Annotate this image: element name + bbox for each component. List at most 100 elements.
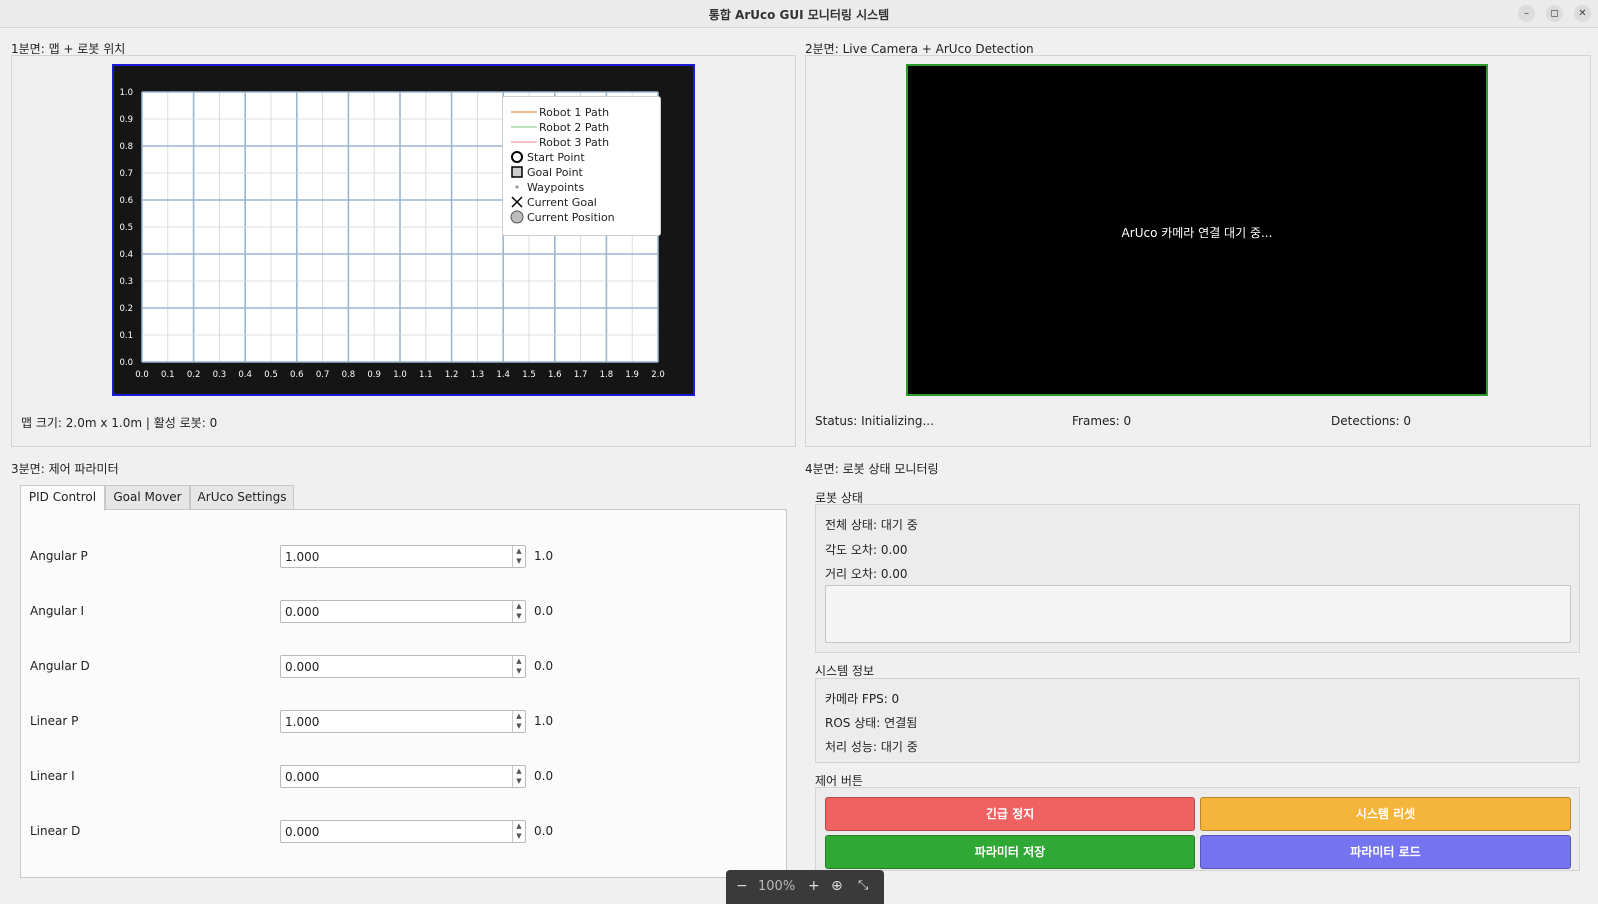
zoom-toolbar: − 100% + ⊕ ⤡ [726,870,884,904]
panel3-label: 3분면: 제어 파라미터 [11,462,119,476]
spin-arrows-icon[interactable]: ▲ ▼ [512,601,525,622]
frames-count: Frames: 0 [1072,414,1132,428]
angle-error: 각도 오차: 0.00 [825,543,908,557]
x-tick-label: 1.8 [600,370,614,380]
y-tick-label: 0.4 [119,250,133,260]
processing-performance: 처리 성능: 대기 중 [825,740,918,754]
zoom-in-button[interactable]: + [808,878,820,894]
y-tick-label: 0.3 [119,277,133,287]
legend-robot1-label: Robot 1 Path [539,105,610,119]
window-title: 통합 ArUco GUI 모니터링 시스템 [708,8,890,22]
waypoint-icon [515,185,519,189]
param-display-linear-p: 1.0 [534,714,554,728]
current-position-icon [510,210,524,224]
param-display-angular-i: 0.0 [534,604,554,618]
camera-status: Status: Initializing... [815,414,934,428]
load-params-button[interactable]: 파라미터 로드 [1200,835,1571,869]
spin-value: 0.000 [285,605,320,619]
legend-current-position: Current Position [509,210,615,224]
close-button[interactable]: ✕ [1574,5,1591,22]
emergency-stop-button[interactable]: 긴급 정지 [825,797,1195,831]
spin-arrows-icon[interactable]: ▲ ▼ [512,546,525,567]
x-tick-label: 1.4 [496,370,510,380]
x-tick-label: 1.7 [574,370,588,380]
x-tick-label: 0.6 [290,370,304,380]
minimize-button[interactable]: – [1518,5,1535,22]
tab-goal-mover[interactable]: Goal Mover [105,485,190,510]
x-tick-label: 0.4 [238,370,252,380]
spin-arrows-icon[interactable]: ▲ ▼ [512,711,525,732]
y-tick-label: 0.5 [119,223,133,233]
legend-robot3-label: Robot 3 Path [539,135,610,149]
system-info-title: 시스템 정보 [815,664,875,678]
spin-arrows-icon[interactable]: ▲ ▼ [512,766,525,787]
window-titlebar: 통합 ArUco GUI 모니터링 시스템 – ◻ ✕ [0,0,1598,28]
camera-view: ArUco 카메라 연결 대기 중... [906,64,1488,396]
spin-arrows-icon[interactable]: ▲ ▼ [512,656,525,677]
legend-waypoints-label: Waypoints [527,180,585,194]
param-label-angular-i: Angular I [30,604,85,618]
map-legend: Robot 1 Path Robot 2 Path Robot 3 Path S… [502,96,661,236]
spin-value: 0.000 [285,660,320,674]
param-display-angular-p: 1.0 [534,549,554,563]
x-tick-label: 0.7 [316,370,330,380]
spin-value: 1.000 [285,550,320,564]
distance-error: 거리 오차: 0.00 [825,567,908,581]
status-log-box[interactable] [825,585,1571,643]
y-tick-label: 1.0 [119,88,133,98]
spin-value: 0.000 [285,825,320,839]
x-tick-label: 2.0 [651,370,665,380]
camera-fps: 카메라 FPS: 0 [825,692,900,706]
x-tick-label: 0.5 [264,370,278,380]
spin-arrows-icon[interactable]: ▲ ▼ [512,821,525,842]
linear-d-spinbox[interactable]: 0.000 ▲ ▼ [280,820,526,843]
param-display-linear-i: 0.0 [534,769,554,783]
zoom-level: 100% [758,879,796,894]
legend-robot1: Robot 1 Path [509,105,609,119]
legend-start-label: Start Point [527,150,585,164]
tab-aruco-settings[interactable]: ArUco Settings [190,485,294,510]
x-tick-label: 1.6 [548,370,562,380]
legend-goal: Goal Point [509,165,583,179]
linear-i-spinbox[interactable]: 0.000 ▲ ▼ [280,765,526,788]
fit-page-icon[interactable]: ⊕ [831,878,843,894]
overall-status: 전체 상태: 대기 중 [825,518,918,532]
param-label-angular-d: Angular D [30,659,90,673]
x-tick-label: 1.0 [393,370,407,380]
y-tick-label: 0.8 [119,142,133,152]
legend-waypoints: Waypoints [509,180,584,194]
angular-i-spinbox[interactable]: 0.000 ▲ ▼ [280,600,526,623]
x-tick-label: 1.5 [522,370,536,380]
spin-value: 1.000 [285,715,320,729]
legend-current-position-label: Current Position [527,210,615,224]
y-tick-label: 0.7 [119,169,133,179]
collapse-icon[interactable]: ⤡ [858,878,868,893]
tab-pid-control[interactable]: PID Control [20,485,105,511]
goal-point-icon [511,166,523,178]
x-tick-label: 1.3 [471,370,485,380]
camera-wait-message: ArUco 카메라 연결 대기 중... [1121,226,1273,240]
maximize-button[interactable]: ◻ [1546,5,1563,22]
angular-p-spinbox[interactable]: 1.000 ▲ ▼ [280,545,526,568]
legend-current-goal-label: Current Goal [527,195,597,209]
x-tick-label: 0.1 [161,370,175,380]
param-label-linear-d: Linear D [30,824,81,838]
angular-d-spinbox[interactable]: 0.000 ▲ ▼ [280,655,526,678]
ros-status: ROS 상태: 연결됨 [825,716,918,730]
y-tick-label: 0.2 [119,304,133,314]
param-display-linear-d: 0.0 [534,824,554,838]
panel4-label: 4분면: 로봇 상태 모니터링 [805,462,939,476]
x-tick-label: 0.2 [187,370,201,380]
start-point-icon [511,151,523,163]
param-display-angular-d: 0.0 [534,659,554,673]
linear-p-spinbox[interactable]: 1.000 ▲ ▼ [280,710,526,733]
x-tick-label: 1.9 [625,370,639,380]
save-params-button[interactable]: 파라미터 저장 [825,835,1195,869]
legend-start: Start Point [509,150,585,164]
x-tick-label: 0.9 [367,370,381,380]
legend-goal-label: Goal Point [527,165,583,179]
zoom-out-button[interactable]: − [736,878,748,894]
y-tick-label: 0.9 [119,115,133,125]
param-label-linear-p: Linear P [30,714,79,728]
system-reset-button[interactable]: 시스템 리셋 [1200,797,1571,831]
